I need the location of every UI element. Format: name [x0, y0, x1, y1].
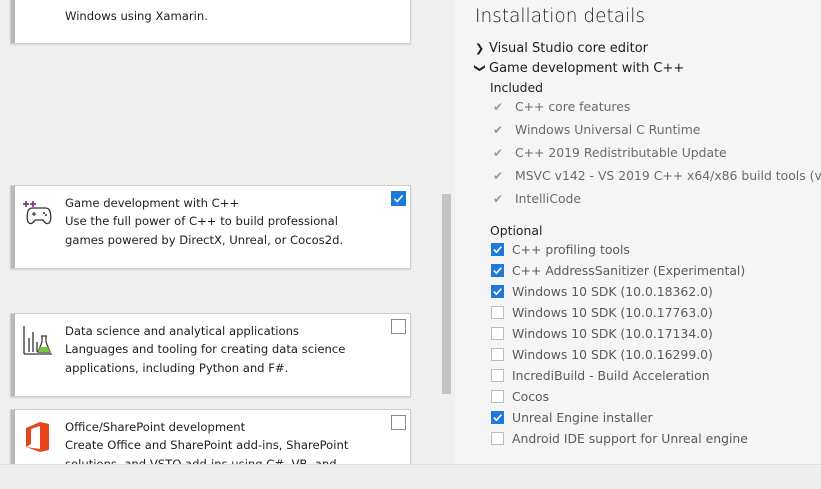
included-item: ✔ IntelliCode — [493, 191, 581, 211]
chevron-right-icon: ❯ — [475, 42, 485, 55]
scrollbar-thumb[interactable] — [442, 194, 451, 394]
optional-item-checkbox[interactable] — [491, 306, 504, 319]
optional-item-checkbox[interactable] — [491, 369, 504, 382]
group-label: Game development with C++ — [489, 61, 685, 76]
workload-title: Data science and analytical applications — [65, 324, 299, 338]
optional-item[interactable]: C++ AddressSanitizer (Experimental) — [491, 263, 745, 283]
optional-item[interactable]: Cocos — [491, 389, 549, 409]
workload-title: Office/SharePoint development — [65, 420, 246, 434]
checkmark-icon: ✔ — [493, 123, 504, 137]
optional-item[interactable]: Windows 10 SDK (10.0.16299.0) — [491, 347, 713, 367]
optional-item-label: Unreal Engine installer — [512, 410, 653, 425]
included-item-label: C++ core features — [515, 99, 631, 114]
workload-card-game-dev-cpp[interactable]: Game development with C++ Use the full p… — [10, 185, 411, 269]
optional-item-checkbox[interactable] — [491, 327, 504, 340]
installation-details-title: Installation details — [475, 6, 645, 27]
included-item: ✔ C++ core features — [493, 99, 630, 119]
optional-item-label: Cocos — [512, 389, 550, 404]
included-item-label: MSVC v142 - VS 2019 C++ x64/x86 build to… — [515, 168, 821, 183]
checkmark-icon: ✔ — [493, 100, 504, 114]
optional-item-checkbox[interactable] — [491, 243, 504, 256]
optional-item-checkbox[interactable] — [491, 432, 504, 445]
optional-item-label: Windows 10 SDK (10.0.18362.0) — [512, 284, 713, 299]
workload-checkbox[interactable] — [391, 415, 406, 430]
group-game-dev-cpp[interactable]: ❯ Game development with C++ — [473, 61, 685, 79]
checkmark-icon: ✔ — [493, 146, 504, 160]
optional-item[interactable]: Unreal Engine installer — [491, 410, 653, 430]
optional-item-label: Android IDE support for Unreal engine — [512, 431, 748, 446]
optional-item[interactable]: IncrediBuild - Build Acceleration — [491, 368, 710, 388]
workload-description: Use the full power of C++ to build profe… — [65, 214, 344, 247]
workloads-scrollbar[interactable] — [440, 0, 454, 464]
optional-item[interactable]: Android IDE support for Unreal engine — [491, 431, 748, 451]
optional-item-label: Windows 10 SDK (10.0.17763.0) — [512, 305, 713, 320]
workload-checkbox[interactable] — [391, 191, 406, 206]
workloads-pane: Windows using Xamarin. Game development … — [0, 0, 440, 464]
chevron-down-icon: ❯ — [473, 63, 487, 73]
installation-details-pane: Installation details ❯ Visual Studio core… — [455, 0, 821, 464]
optional-item-checkbox[interactable] — [491, 348, 504, 361]
included-item: ✔ C++ 2019 Redistributable Update — [493, 145, 727, 165]
gamepad-icon — [22, 196, 56, 230]
workload-checkbox[interactable] — [391, 319, 406, 334]
card-accent-bar — [11, 186, 15, 268]
included-label: Included — [490, 80, 543, 95]
optional-item-label: Windows 10 SDK (10.0.17134.0) — [512, 326, 713, 341]
optional-item-label: Windows 10 SDK (10.0.16299.0) — [512, 347, 713, 362]
optional-item-label: C++ profiling tools — [512, 242, 630, 257]
workload-title: Game development with C++ — [65, 196, 240, 210]
workload-card-xamarin[interactable]: Windows using Xamarin. — [10, 0, 411, 44]
workload-description: Windows using Xamarin. — [65, 9, 208, 23]
optional-item-label: C++ AddressSanitizer (Experimental) — [512, 263, 746, 278]
card-accent-bar — [11, 410, 15, 464]
bottom-bar — [0, 464, 821, 489]
group-label: Visual Studio core editor — [489, 41, 649, 56]
included-item: ✔ MSVC v142 - VS 2019 C++ x64/x86 build t… — [493, 168, 821, 188]
card-accent-bar — [11, 314, 15, 396]
data-science-icon — [22, 324, 56, 358]
included-item: ✔ Windows Universal C Runtime — [493, 122, 700, 142]
optional-label: Optional — [490, 223, 543, 238]
optional-item-label: IncrediBuild - Build Acceleration — [512, 368, 710, 383]
optional-item-checkbox[interactable] — [491, 264, 504, 277]
checkmark-icon: ✔ — [493, 192, 504, 206]
workload-card-data-science[interactable]: Data science and analytical applications… — [10, 313, 411, 397]
included-item-label: C++ 2019 Redistributable Update — [515, 145, 727, 160]
included-item-label: Windows Universal C Runtime — [515, 122, 701, 137]
optional-item-checkbox[interactable] — [491, 390, 504, 403]
workload-description: Languages and tooling for creating data … — [65, 342, 346, 375]
workload-description: Create Office and SharePoint add-ins, Sh… — [65, 438, 349, 464]
office-icon — [22, 420, 56, 454]
group-core-editor[interactable]: ❯ Visual Studio core editor — [475, 41, 648, 59]
optional-item[interactable]: Windows 10 SDK (10.0.18362.0) — [491, 284, 713, 304]
included-item-label: IntelliCode — [515, 191, 582, 206]
card-accent-bar — [11, 0, 15, 43]
optional-item[interactable]: C++ profiling tools — [491, 242, 630, 262]
optional-item[interactable]: Windows 10 SDK (10.0.17134.0) — [491, 326, 713, 346]
workload-card-office-sharepoint[interactable]: Office/SharePoint development Create Off… — [10, 409, 411, 464]
optional-item-checkbox[interactable] — [491, 285, 504, 298]
optional-item[interactable]: Windows 10 SDK (10.0.17763.0) — [491, 305, 713, 325]
checkmark-icon: ✔ — [493, 169, 504, 183]
optional-item-checkbox[interactable] — [491, 411, 504, 424]
